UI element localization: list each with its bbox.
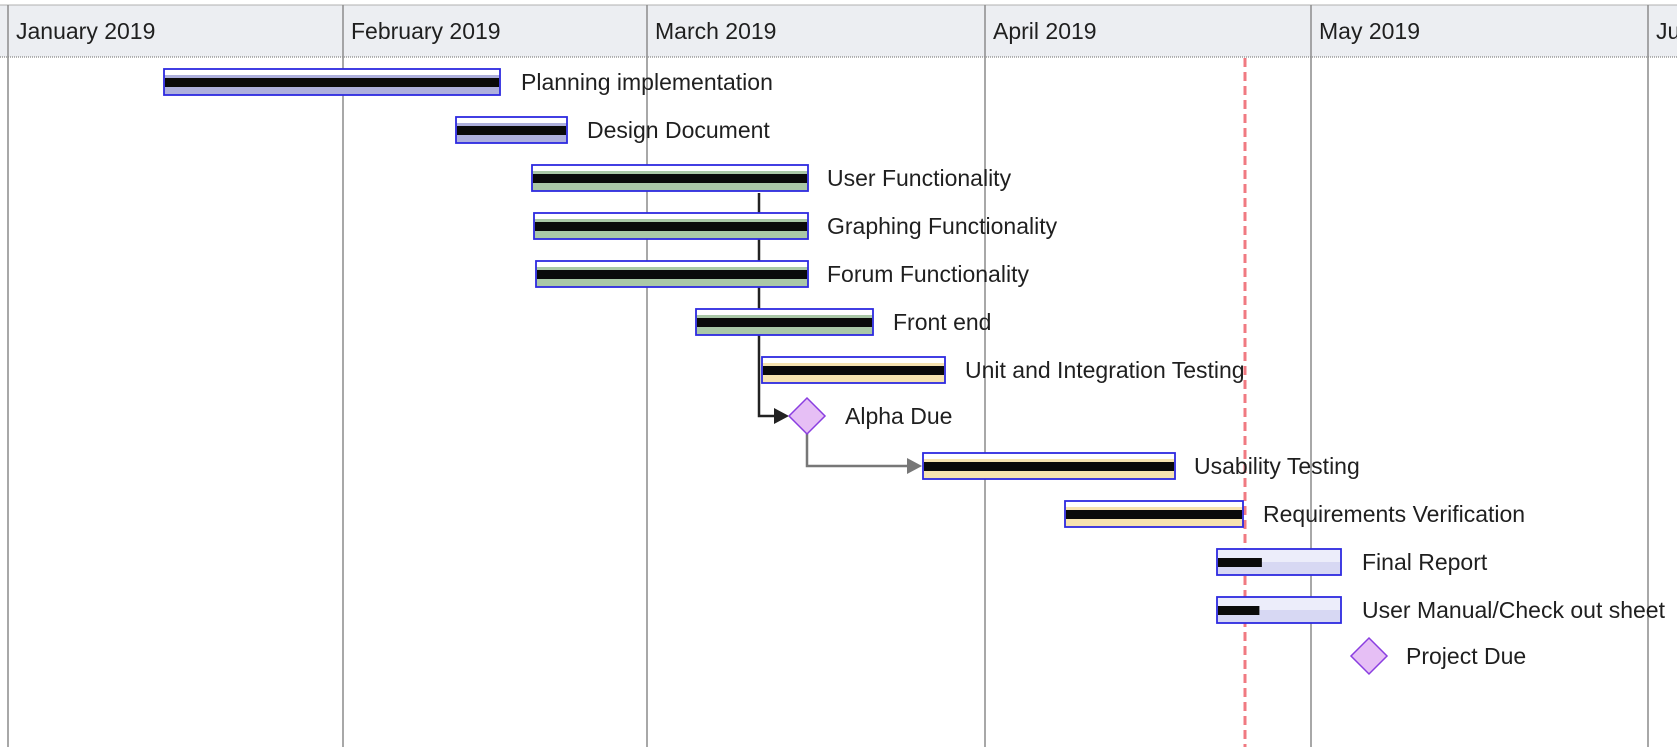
task-bar-user-functionality[interactable]: [531, 164, 809, 192]
milestone-alpha-due-icon[interactable]: [787, 396, 827, 436]
task-label-user-functionality: User Functionality: [827, 165, 1012, 191]
milestone-project-due-icon[interactable]: [1349, 636, 1389, 676]
task-bar-highlight: [456, 117, 567, 123]
task-progress: [1218, 606, 1260, 615]
task-label-graphing-functionality: Graphing Functionality: [827, 213, 1058, 239]
header-background: [0, 5, 1677, 57]
task-bar-design-document[interactable]: [455, 116, 568, 144]
task-bar-requirements-verification[interactable]: [1064, 500, 1244, 528]
task-labels: Planning implementation Design Document Us…: [521, 69, 1666, 669]
gantt-canvas: January 2019 February 2019 March 2019 April…: [0, 4, 1677, 747]
task-label-forum-functionality: Forum Functionality: [827, 261, 1029, 287]
task-progress: [1066, 510, 1242, 519]
month-label-april-2019: April 2019: [993, 18, 1097, 44]
month-label-march-2019: March 2019: [655, 18, 776, 44]
task-label-planning-implementation: Planning implementation: [521, 69, 773, 95]
month-label-ju: Ju: [1656, 18, 1677, 44]
task-bar-forum-functionality[interactable]: [535, 260, 809, 288]
task-label-project-due: Project Due: [1406, 643, 1526, 669]
task-bar-user-manual-check-out-sheet[interactable]: [1216, 596, 1342, 624]
dependency-arrow-icon: [774, 408, 789, 424]
task-progress: [924, 462, 1174, 471]
task-progress: [697, 318, 872, 327]
task-progress: [535, 222, 807, 231]
gantt-chart: January 2019 February 2019 March 2019 April…: [0, 0, 1677, 747]
dependency-line-to-usability-testing: [805, 432, 912, 468]
task-label-unit-and-integration-testing: Unit and Integration Testing: [965, 357, 1245, 383]
month-label-january-2019: January 2019: [16, 18, 155, 44]
task-progress: [457, 126, 566, 135]
task-bar-unit-and-integration-testing[interactable]: [761, 356, 946, 384]
task-label-design-document: Design Document: [587, 117, 770, 143]
task-bar-front-end[interactable]: [695, 308, 874, 336]
task-bar-graphing-functionality[interactable]: [533, 212, 809, 240]
month-label-february-2019: February 2019: [351, 18, 501, 44]
task-progress: [1218, 558, 1262, 567]
month-label-may-2019: May 2019: [1319, 18, 1420, 44]
task-label-alpha-due: Alpha Due: [845, 403, 952, 429]
timeline-header: January 2019 February 2019 March 2019 April…: [0, 4, 1677, 58]
task-bar-planning-implementation[interactable]: [163, 68, 501, 96]
task-label-user-manual-check-out-sheet: User Manual/Check out sheet: [1362, 597, 1666, 623]
task-progress: [533, 174, 807, 183]
task-label-requirements-verification: Requirements Verification: [1263, 501, 1525, 527]
dependency-arrow-icon: [907, 458, 922, 474]
task-bar-highlight: [164, 69, 500, 75]
task-progress: [537, 270, 807, 279]
task-progress: [763, 366, 944, 375]
task-progress: [165, 78, 499, 87]
task-bar-final-report[interactable]: [1216, 548, 1342, 576]
task-label-front-end: Front end: [893, 309, 991, 335]
task-label-usability-testing: Usability Testing: [1194, 453, 1360, 479]
task-bar-usability-testing[interactable]: [922, 452, 1176, 480]
task-label-final-report: Final Report: [1362, 549, 1488, 575]
